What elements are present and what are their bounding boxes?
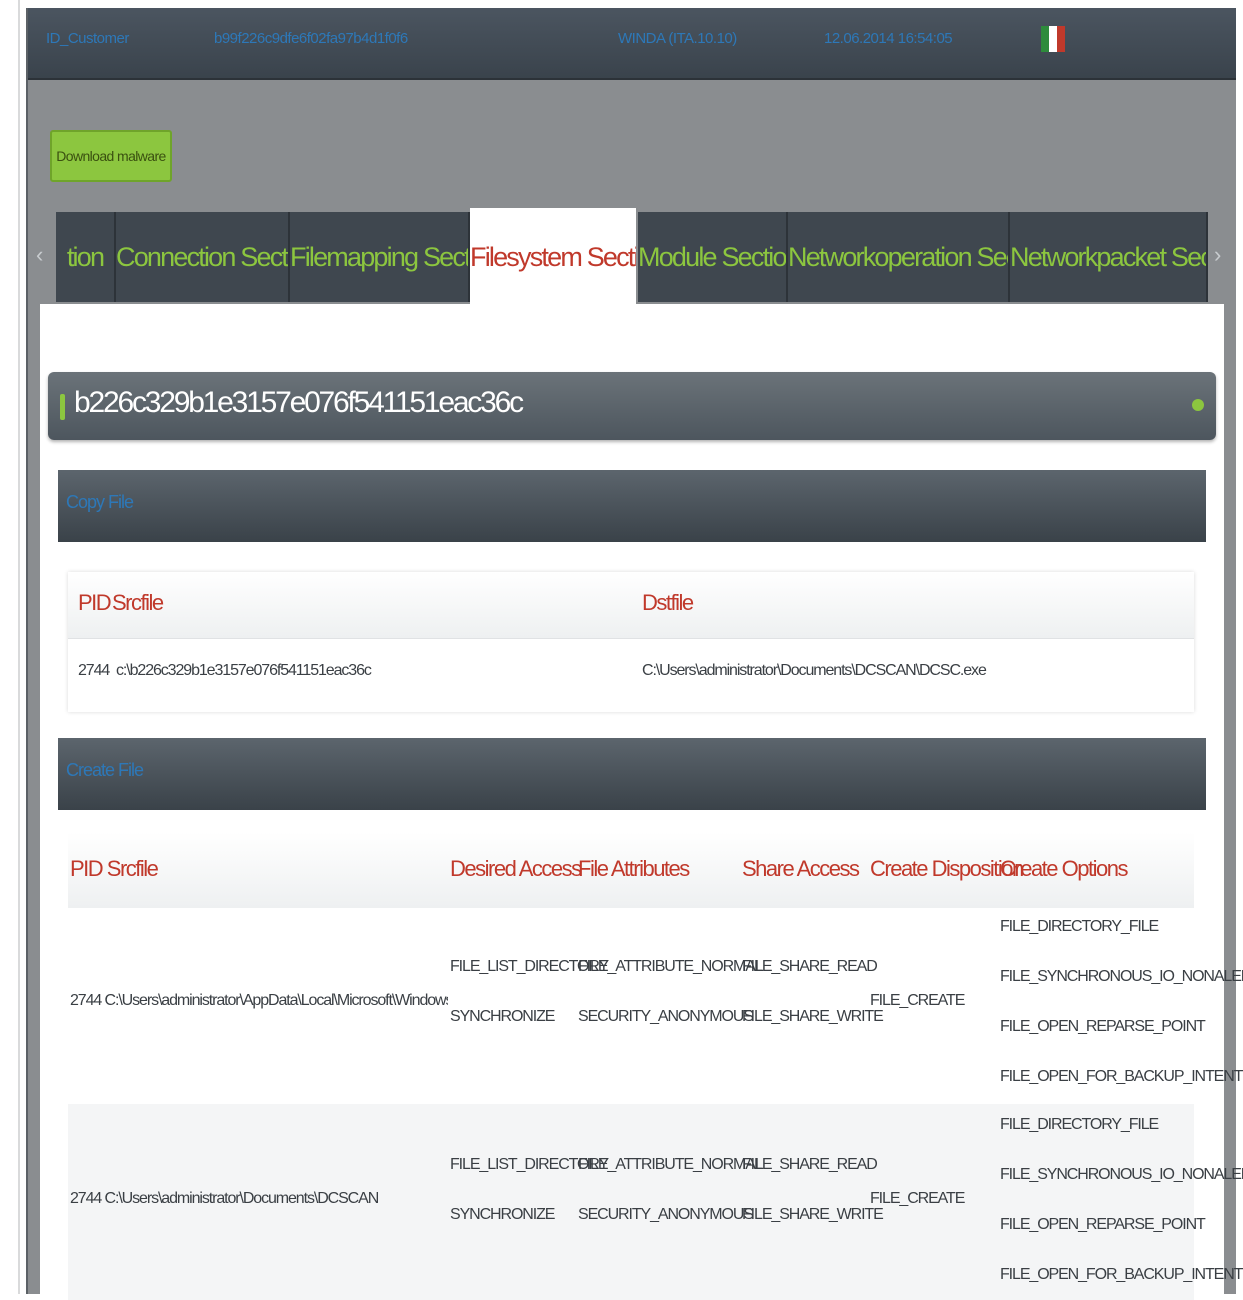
create-file-table-head: PID Srcfile Desired Access File Attribut…	[68, 832, 1194, 908]
copy-file-header[interactable]: Copy File	[58, 470, 1206, 542]
cell-file-attributes: FILE_ATTRIBUTE_NORMAL SECURITY_ANONYMOUS	[578, 942, 764, 1042]
option-flag: FILE_SYNCHRONOUS_IO_NONALERT	[1000, 1166, 1243, 1183]
col-header-create-options: Create Options	[1000, 856, 1128, 881]
create-file-table: PID Srcfile Desired Access File Attribut…	[68, 832, 1243, 1300]
col-header-pid-srcfile: PID Srcfile	[70, 856, 159, 881]
attribute-flag: SECURITY_ANONYMOUS	[578, 1008, 754, 1025]
cell-create-options: FILE_DIRECTORY_FILE FILE_SYNCHRONOUS_IO_…	[1000, 902, 1243, 1102]
attribute-flag: FILE_ATTRIBUTE_NORMAL	[578, 1156, 764, 1173]
tab-scroll-left-icon[interactable]: ‹	[36, 242, 43, 268]
share-flag: FILE_SHARE_READ	[742, 1156, 878, 1173]
cell-share-access: FILE_SHARE_READ FILE_SHARE_WRITE	[742, 1140, 884, 1240]
tab-scroll-right-icon[interactable]: ›	[1214, 242, 1221, 268]
user-link[interactable]: ID_Customer	[46, 30, 129, 47]
hash-bar-marker	[60, 394, 65, 420]
table-row: 2744 c:\b226c329b1e3157e076f541151eac36c…	[68, 638, 1194, 708]
col-header-dstfile: Dstfile	[642, 590, 694, 615]
cell-create-disposition: FILE_CREATE	[870, 1190, 965, 1207]
table-row: 2744 C:\Users\administrator\AppData\Loca…	[68, 906, 1243, 1102]
col-header-desired-access: Desired Access	[450, 856, 582, 881]
col-header-srcfile: Srcfile	[112, 590, 164, 615]
section-tabs: ‹ tion Connection Section Filemapping Se…	[28, 208, 1236, 306]
option-flag: FILE_OPEN_FOR_BACKUP_INTENT	[1000, 1266, 1243, 1283]
cell-pid-srcfile: 2744 C:\Users\administrator\AppData\Loca…	[70, 992, 448, 1009]
tab-filesystem-section[interactable]: Filesystem Section	[470, 208, 636, 306]
attribute-flag: SECURITY_ANONYMOUS	[578, 1206, 754, 1223]
cell-share-access: FILE_SHARE_READ FILE_SHARE_WRITE	[742, 942, 884, 1042]
create-file-header[interactable]: Create File	[58, 738, 1206, 810]
cell-create-options: FILE_DIRECTORY_FILE FILE_SYNCHRONOUS_IO_…	[1000, 1100, 1243, 1300]
tab-filemapping-section[interactable]: Filemapping Section	[290, 212, 470, 302]
share-flag: FILE_SHARE_WRITE	[742, 1008, 884, 1025]
create-file-title: Create File	[66, 760, 144, 780]
option-flag: FILE_OPEN_FOR_BACKUP_INTENT	[1000, 1068, 1243, 1085]
option-flag: FILE_OPEN_REPARSE_POINT	[1000, 1216, 1206, 1233]
flag-stripe-green	[1041, 26, 1049, 52]
option-flag: FILE_DIRECTORY_FILE	[1000, 918, 1159, 935]
tab-module-section[interactable]: Module Section	[638, 212, 788, 302]
cell-srcfile: c:\b226c329b1e3157e076f541151eac36c	[116, 662, 372, 679]
italy-flag-icon	[1041, 26, 1065, 52]
copy-file-title: Copy File	[66, 492, 134, 512]
cell-file-attributes: FILE_ATTRIBUTE_NORMAL SECURITY_ANONYMOUS	[578, 1140, 764, 1240]
copy-file-table: PID Srcfile Dstfile 2744 c:\b226c329b1e3…	[68, 572, 1194, 712]
filesystem-panel: b226c329b1e3157e076f541151eac36c Copy Fi…	[40, 304, 1243, 1300]
attribute-flag: FILE_ATTRIBUTE_NORMAL	[578, 958, 764, 975]
col-header-pid: PID	[78, 590, 112, 615]
flag-stripe-white	[1049, 26, 1057, 52]
cell-pid: 2744	[78, 662, 110, 679]
col-header-file-attributes: File Attributes	[578, 856, 690, 881]
tab-section-partial[interactable]: tion	[56, 212, 116, 302]
flag-stripe-red	[1057, 26, 1065, 52]
app-frame: ID_Customer b99f226c9dfe6f02fa97b4d1f0f6…	[26, 8, 1243, 1300]
col-header-share-access: Share Access	[742, 856, 860, 881]
option-flag: FILE_SYNCHRONOUS_IO_NONALERT	[1000, 968, 1243, 985]
download-malware-button[interactable]: Download malware	[50, 130, 172, 182]
option-flag: FILE_OPEN_REPARSE_POINT	[1000, 1018, 1206, 1035]
table-row: 2744 C:\Users\administrator\Documents\DC…	[68, 1104, 1243, 1300]
share-flag: FILE_SHARE_READ	[742, 958, 878, 975]
tab-networkoperation-section[interactable]: Networkoperation Section	[788, 212, 1010, 302]
ip-link[interactable]: WINDA (ITA.10.10)	[618, 30, 737, 47]
cell-pid-srcfile: 2744 C:\Users\administrator\Documents\DC…	[70, 1190, 379, 1207]
page-left-rule	[18, 0, 20, 1294]
share-flag: FILE_SHARE_WRITE	[742, 1206, 884, 1223]
sample-hash-title: b226c329b1e3157e076f541151eac36c	[74, 386, 524, 419]
sample-hash-link[interactable]: b99f226c9dfe6f02fa97b4d1f0f6	[214, 30, 408, 47]
date-link[interactable]: 12.06.2014 16:54:05	[824, 30, 953, 47]
copy-file-table-head: PID Srcfile Dstfile	[68, 572, 1194, 639]
option-flag: FILE_DIRECTORY_FILE	[1000, 1116, 1159, 1133]
tab-networkpacket-section[interactable]: Networkpacket Section	[1010, 212, 1208, 302]
sample-hash-bar[interactable]: b226c329b1e3157e076f541151eac36c	[48, 372, 1216, 440]
collapse-toggle-icon[interactable]	[1192, 399, 1204, 411]
tab-connection-section[interactable]: Connection Section	[116, 212, 290, 302]
top-bar: ID_Customer b99f226c9dfe6f02fa97b4d1f0f6…	[28, 8, 1236, 80]
cell-create-disposition: FILE_CREATE	[870, 992, 965, 1009]
cell-dstfile: C:\Users\administrator\Documents\DCSCAN\…	[642, 662, 987, 679]
